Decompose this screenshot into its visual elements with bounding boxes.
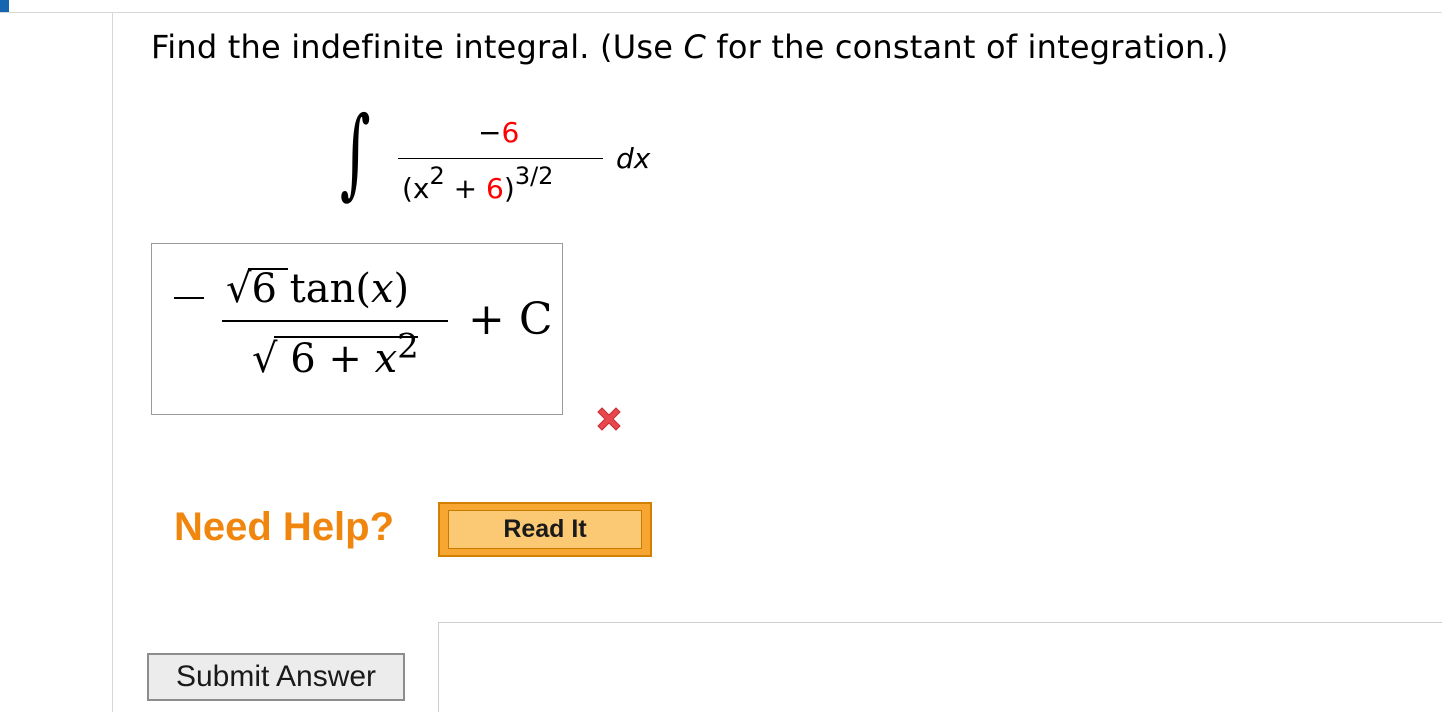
numerator-radical-bar: [248, 268, 288, 270]
read-it-button[interactable]: Read It: [438, 502, 652, 557]
red-x-icon: [597, 407, 621, 431]
top-divider: [0, 12, 1442, 13]
answer-numerator-text: √6 tan(: [226, 266, 371, 312]
denominator-close: ): [503, 172, 515, 205]
answer-denominator: √ 6 + x2: [252, 330, 419, 382]
corner-marker: [0, 0, 9, 12]
answer-numerator-var: x: [370, 266, 394, 312]
answer-denominator-exponent: 2: [397, 326, 419, 367]
answer-input-box[interactable]: √6 tan(x) √ 6 + x2 + C: [151, 243, 563, 415]
prompt-text-before: Find the indefinite integral. (Use: [151, 28, 684, 66]
answer-numerator-close: ): [393, 266, 410, 312]
numerator-value: 6: [501, 116, 520, 149]
submit-answer-button[interactable]: Submit Answer: [147, 653, 405, 701]
integral-symbol: ∫: [340, 96, 371, 210]
integrand-numerator: −6: [478, 116, 519, 149]
integrand-fraction-bar: [398, 158, 603, 159]
denominator-exponent: 2: [429, 161, 445, 190]
outer-exponent: 3/2: [514, 161, 554, 190]
answer-denominator-text: √ 6 +: [252, 336, 375, 382]
differential: dx: [616, 142, 651, 175]
question-prompt: Find the indefinite integral. (Use C for…: [151, 28, 1229, 66]
answer-fraction-bar: [222, 320, 448, 322]
answer-plus-constant: + C: [468, 294, 553, 345]
denominator-plus: +: [444, 172, 487, 205]
denominator-open: (x: [402, 172, 430, 205]
denominator-value: 6: [486, 172, 504, 205]
numerator-sign: −: [478, 116, 502, 149]
need-help-label: Need Help?: [174, 505, 395, 549]
denominator-radical-bar: [274, 336, 418, 338]
bottom-panel: [438, 622, 1442, 712]
answer-minus-sign: [174, 297, 204, 299]
integrand-denominator: (x2 + 6)3/2: [402, 164, 553, 205]
answer-denominator-var: x: [374, 336, 398, 382]
prompt-text-after: for the constant of integration.): [706, 28, 1229, 66]
prompt-constant-var: C: [683, 28, 707, 66]
left-divider: [112, 12, 113, 712]
answer-numerator: √6 tan(x): [226, 266, 409, 312]
read-it-label: Read It: [448, 510, 642, 549]
